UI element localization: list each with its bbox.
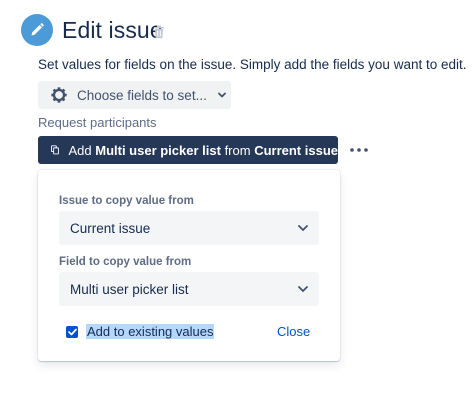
copy-value-panel: Issue to copy value from Current issue F… — [38, 170, 340, 361]
add-middle: from — [224, 142, 251, 158]
field-source-value: Multi user picker list — [70, 281, 189, 297]
issue-source-select[interactable]: Current issue — [59, 211, 319, 245]
choose-fields-button[interactable]: Choose fields to set... — [38, 81, 231, 109]
add-action-text: Add Multi user picker list from Current … — [68, 143, 338, 158]
issue-source-label: Issue to copy value from — [59, 195, 194, 207]
add-field-name: Multi user picker list — [95, 142, 221, 158]
chevron-down-icon — [298, 286, 308, 292]
close-link[interactable]: Close — [277, 324, 310, 339]
issue-source-value: Current issue — [70, 220, 151, 236]
add-source-name: Current issue — [254, 142, 338, 158]
field-source-select[interactable]: Multi user picker list — [59, 272, 319, 306]
copy-icon — [51, 145, 59, 155]
add-to-existing-checkbox[interactable] — [66, 325, 78, 338]
page-title: Edit issue — [62, 17, 163, 43]
checkmark-icon — [67, 328, 77, 335]
description-text: Set values for fields on the issue. Simp… — [38, 57, 467, 72]
chevron-down-icon — [217, 92, 226, 98]
more-options-icon[interactable] — [348, 140, 370, 160]
add-prefix: Add — [68, 142, 92, 158]
gear-icon — [51, 87, 67, 103]
field-source-label: Field to copy value from — [59, 256, 192, 268]
add-multi-user-picker-pill[interactable]: Add Multi user picker list from Current … — [38, 136, 338, 164]
pencil-icon — [21, 14, 53, 46]
request-participants-label: Request participants — [38, 115, 157, 130]
choose-fields-label: Choose fields to set... — [77, 87, 207, 103]
add-to-existing-label[interactable]: Add to existing values — [86, 324, 215, 339]
chevron-down-icon — [298, 225, 308, 231]
trash-icon[interactable] — [153, 25, 165, 39]
add-to-existing-row: Add to existing values — [66, 324, 215, 339]
